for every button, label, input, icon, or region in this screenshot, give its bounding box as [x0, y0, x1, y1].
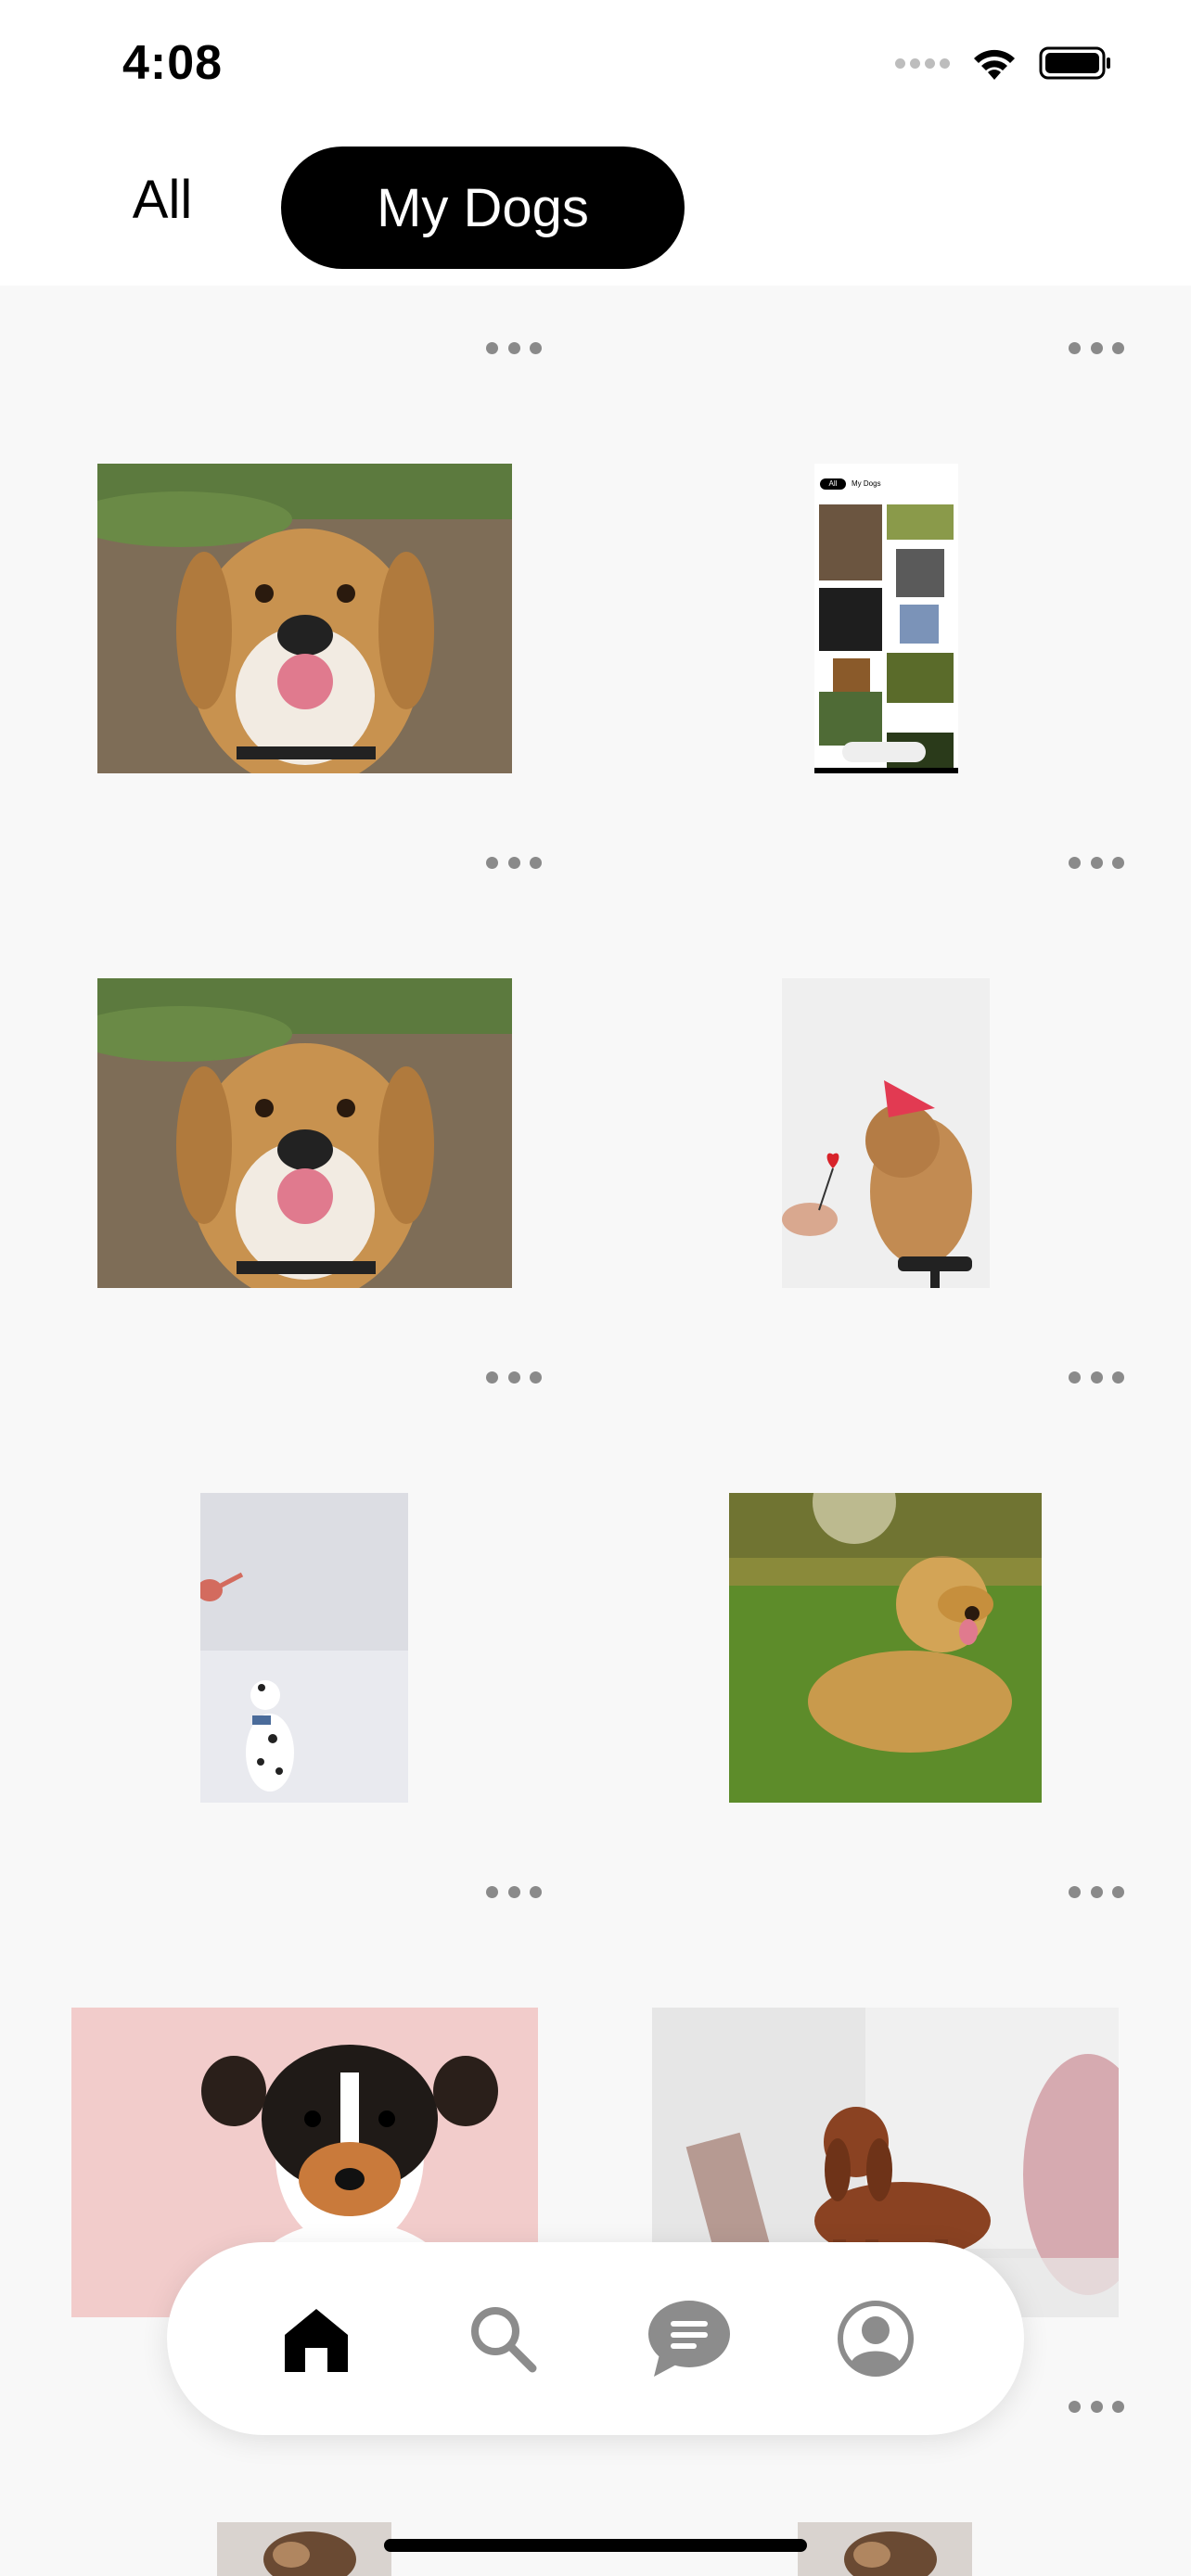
photo-feed[interactable]: All My Dogs — [0, 286, 1191, 2576]
nav-search-button[interactable] — [456, 2292, 549, 2385]
cellular-signal-icon — [895, 57, 950, 69]
dog-photo-partial[interactable] — [217, 2522, 391, 2576]
home-indicator — [384, 2539, 807, 2552]
wifi-icon — [974, 49, 1015, 80]
status-icons — [895, 45, 1113, 82]
more-options-button[interactable] — [486, 1363, 542, 1391]
tab-all[interactable]: All — [102, 158, 223, 241]
more-options-button[interactable] — [486, 848, 542, 876]
more-options-button[interactable] — [1069, 1878, 1124, 1906]
search-icon — [470, 2307, 536, 2373]
sharpei-party-photo[interactable] — [782, 978, 990, 1288]
more-options-button[interactable] — [1069, 848, 1124, 876]
status-bar: 4:08 — [0, 0, 1191, 130]
golden-retriever-photo[interactable] — [729, 1493, 1042, 1803]
tab-my-dogs[interactable]: My Dogs — [281, 147, 685, 269]
more-options-button[interactable] — [486, 1878, 542, 1906]
battery-icon — [1039, 46, 1110, 80]
nav-chat-button[interactable] — [643, 2292, 736, 2385]
app-screenshot-photo[interactable]: All My Dogs — [814, 464, 958, 773]
nav-home-button[interactable] — [270, 2292, 363, 2385]
beagle-photo[interactable] — [97, 978, 512, 1288]
thumb-tab-all: All — [828, 479, 838, 488]
chat-icon — [647, 2301, 730, 2377]
nav-profile-button[interactable] — [829, 2292, 922, 2385]
dalmatian-photo[interactable] — [200, 1493, 408, 1803]
tab-bar: All My Dogs — [0, 130, 1191, 286]
more-options-button[interactable] — [486, 334, 542, 362]
more-options-button[interactable] — [1069, 2392, 1124, 2420]
profile-icon — [837, 2301, 914, 2377]
beagle-photo[interactable] — [97, 464, 512, 773]
more-options-button[interactable] — [1069, 334, 1124, 362]
dog-photo-partial[interactable] — [798, 2522, 972, 2576]
status-time: 4:08 — [122, 36, 224, 90]
thumb-tab-my-dogs: My Dogs — [852, 479, 881, 488]
home-icon — [284, 2309, 348, 2372]
more-options-button[interactable] — [1069, 1363, 1124, 1391]
bottom-navigation — [167, 2242, 1024, 2435]
